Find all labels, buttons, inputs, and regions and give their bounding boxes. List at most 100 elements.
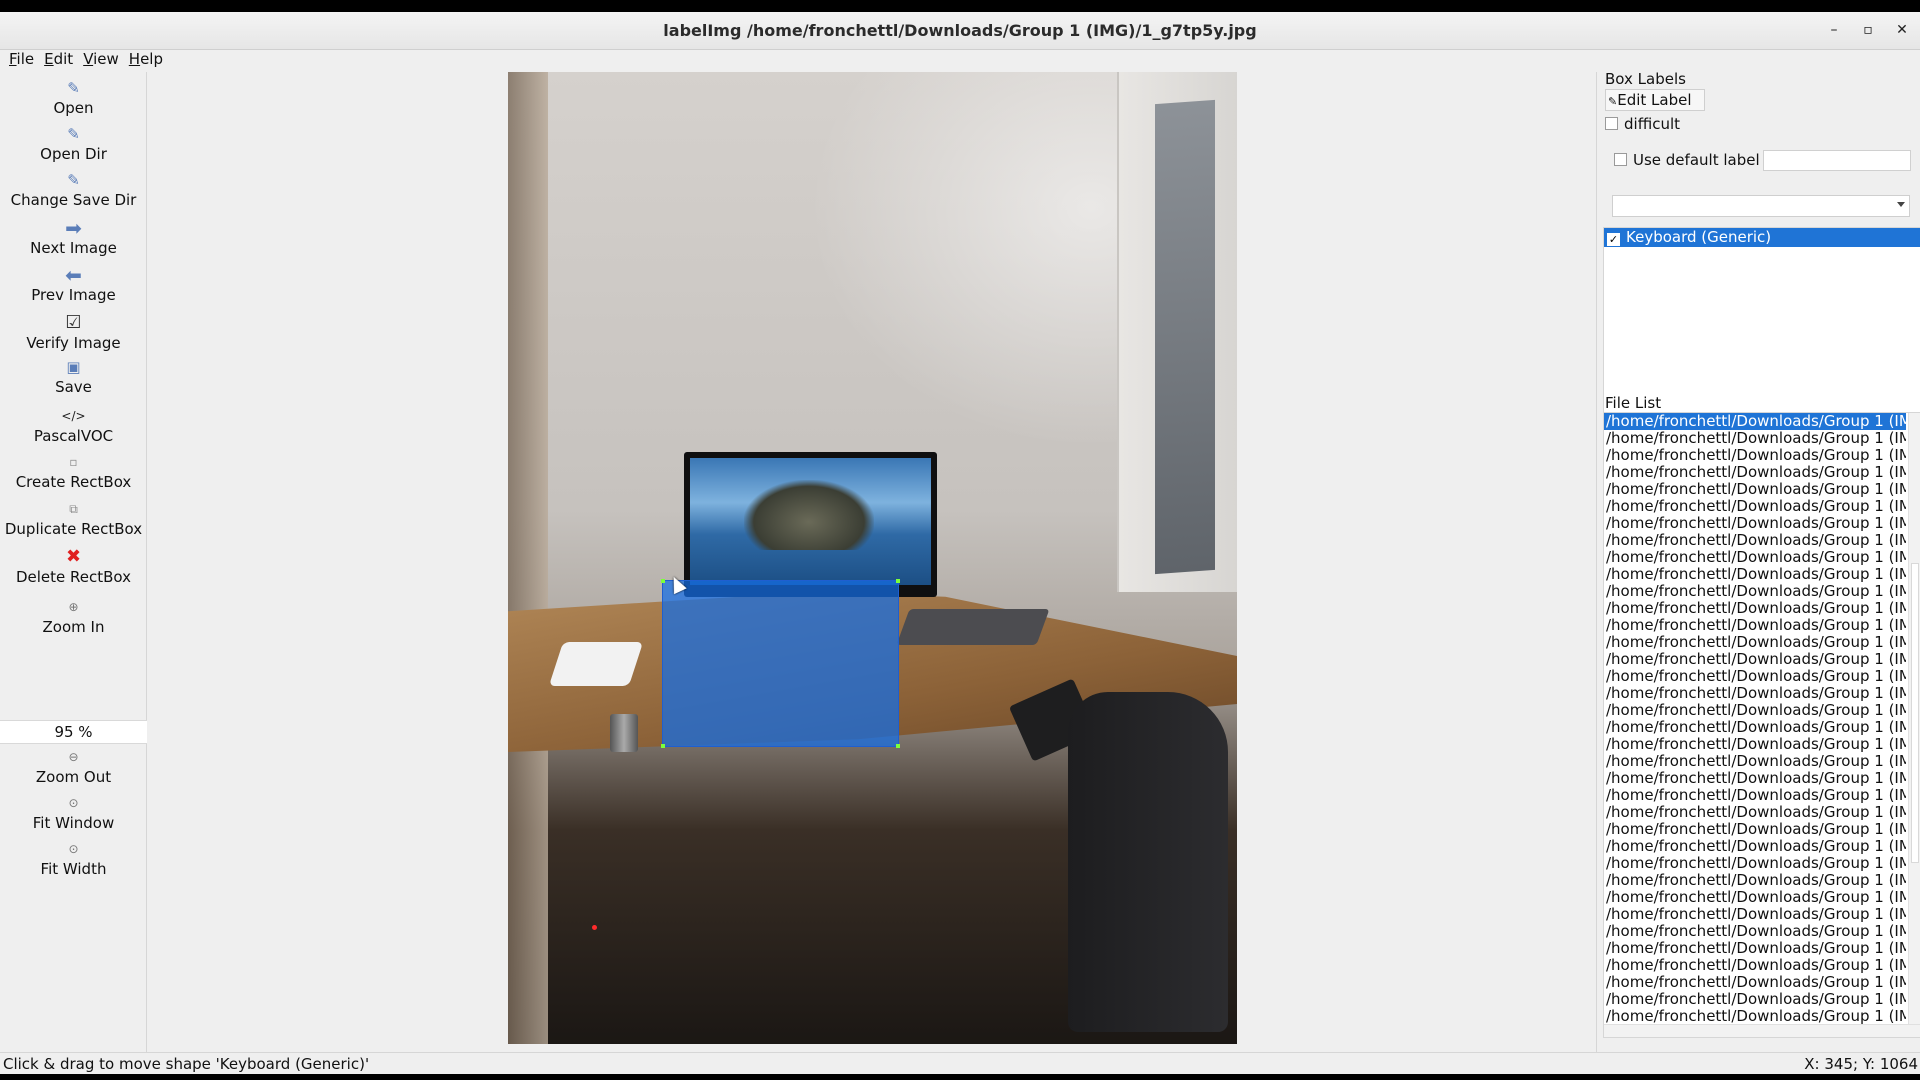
open-button[interactable]: ✎ Open	[0, 78, 147, 118]
file-list-item[interactable]: /home/fronchettl/Downloads/Group 1 (IMG	[1604, 736, 1906, 753]
chevron-down-icon	[1897, 202, 1905, 207]
save-dir-icon: ✎	[67, 171, 80, 189]
file-list[interactable]: /home/fronchettl/Downloads/Group 1 (IMG /…	[1603, 412, 1920, 1038]
photo-island-wallpaper	[744, 480, 874, 550]
file-list-item[interactable]: /home/fronchettl/Downloads/Group 1 (IMG	[1604, 464, 1906, 481]
zoom-in-label: Zoom In	[42, 618, 105, 636]
use-default-label-box[interactable]	[1614, 153, 1627, 166]
zoom-out-button[interactable]: ⊖ Zoom Out	[0, 747, 147, 787]
bbox-vertex-handle[interactable]	[896, 579, 900, 583]
file-list-item[interactable]: /home/fronchettl/Downloads/Group 1 (IMG	[1604, 872, 1906, 889]
open-file-icon: ✎	[67, 79, 80, 97]
file-list-item[interactable]: /home/fronchettl/Downloads/Group 1 (IMG	[1604, 549, 1906, 566]
file-list-item[interactable]: /home/fronchettl/Downloads/Group 1 (IMG	[1604, 974, 1906, 991]
screen-top-edge	[0, 0, 1920, 12]
edit-label-text: Edit Label	[1617, 91, 1692, 109]
file-list-item[interactable]: /home/fronchettl/Downloads/Group 1 (IMG	[1604, 957, 1906, 974]
file-list-item[interactable]: /home/fronchettl/Downloads/Group 1 (IMG	[1604, 583, 1906, 600]
scrollbar-thumb[interactable]	[1911, 563, 1919, 863]
open-dir-button[interactable]: ✎ Open Dir	[0, 124, 147, 164]
fit-window-button[interactable]: ⊙ Fit Window	[0, 793, 147, 833]
file-list-horizontal-scrollbar[interactable]	[1604, 1024, 1920, 1037]
file-list-item[interactable]: /home/fronchettl/Downloads/Group 1 (IMG	[1604, 651, 1906, 668]
maximize-icon[interactable]: ▫	[1860, 21, 1876, 39]
file-list-item[interactable]: /home/fronchettl/Downloads/Group 1 (IMG	[1604, 787, 1906, 804]
save-button[interactable]: ▣ Save	[0, 357, 147, 397]
labelimg-window: labelImg /home/fronchettl/Downloads/Grou…	[0, 0, 1920, 1080]
file-list-item[interactable]: /home/fronchettl/Downloads/Group 1 (IMG	[1604, 855, 1906, 872]
file-list-item[interactable]: /home/fronchettl/Downloads/Group 1 (IMG	[1604, 889, 1906, 906]
bbox-vertex-handle[interactable]	[661, 579, 665, 583]
file-list-item[interactable]: /home/fronchettl/Downloads/Group 1 (IMG	[1604, 1008, 1906, 1025]
file-list-item[interactable]: /home/fronchettl/Downloads/Group 1 (IMG	[1604, 821, 1906, 838]
photo-window-glass	[1155, 99, 1215, 575]
file-list-item[interactable]: /home/fronchettl/Downloads/Group 1 (IMG	[1604, 430, 1906, 447]
bbox-vertex-handle[interactable]	[661, 744, 665, 748]
file-list-item[interactable]: /home/fronchettl/Downloads/Group 1 (IMG	[1604, 566, 1906, 583]
annotated-photo[interactable]	[508, 72, 1237, 1044]
verify-image-label: Verify Image	[26, 334, 121, 352]
create-rectbox-button[interactable]: ▫ Create RectBox	[0, 452, 147, 492]
prev-image-button[interactable]: ⬅ Prev Image	[0, 265, 147, 305]
file-list-item[interactable]: /home/fronchettl/Downloads/Group 1 (IMG	[1604, 532, 1906, 549]
change-save-dir-button[interactable]: ✎ Change Save Dir	[0, 170, 147, 210]
file-list-item[interactable]: /home/fronchettl/Downloads/Group 1 (IMG	[1604, 634, 1906, 651]
label-filter-combo[interactable]	[1612, 195, 1910, 217]
file-list-item[interactable]: /home/fronchettl/Downloads/Group 1 (IMG	[1604, 685, 1906, 702]
file-list-item[interactable]: /home/fronchettl/Downloads/Group 1 (IMG	[1604, 617, 1906, 634]
file-list-item[interactable]: /home/fronchettl/Downloads/Group 1 (IMG	[1604, 804, 1906, 821]
change-save-dir-label: Change Save Dir	[10, 191, 137, 209]
file-list-item[interactable]: /home/fronchettl/Downloads/Group 1 (IMG	[1604, 753, 1906, 770]
file-list-item[interactable]: /home/fronchettl/Downloads/Group 1 (IMG	[1604, 923, 1906, 940]
file-list-item[interactable]: /home/fronchettl/Downloads/Group 1 (IMG	[1604, 991, 1906, 1008]
zoom-value-field[interactable]: 95 %	[0, 720, 147, 744]
right-dock: Box Labels ✎Edit Label difficult Use def…	[1596, 70, 1920, 1052]
cursor-coordinates: X: 345; Y: 1064	[1804, 1055, 1918, 1073]
bounding-box-keyboard[interactable]	[661, 579, 900, 748]
file-list-item[interactable]: /home/fronchettl/Downloads/Group 1 (IMG	[1604, 481, 1906, 498]
fit-width-button[interactable]: ⊙ Fit Width	[0, 839, 147, 879]
difficult-label: difficult	[1624, 115, 1680, 133]
arrow-left-icon: ⬅	[65, 263, 82, 287]
file-list-item[interactable]: /home/fronchettl/Downloads/Group 1 (IMG	[1604, 413, 1906, 430]
next-image-button[interactable]: ➡ Next Image	[0, 218, 147, 258]
format-toggle-button[interactable]: </> PascalVOC	[0, 406, 147, 446]
label-item-keyboard[interactable]: ✓ Keyboard (Generic)	[1604, 228, 1920, 247]
duplicate-rectbox-button[interactable]: ⧉ Duplicate RectBox	[0, 499, 147, 539]
close-icon[interactable]: ✕	[1894, 21, 1910, 39]
file-list-vertical-scrollbar[interactable]	[1908, 413, 1920, 1025]
open-label: Open	[53, 99, 94, 117]
menu-view[interactable]: View	[78, 50, 124, 70]
file-list-item[interactable]: /home/fronchettl/Downloads/Group 1 (IMG	[1604, 600, 1906, 617]
file-list-item[interactable]: /home/fronchettl/Downloads/Group 1 (IMG	[1604, 498, 1906, 515]
file-list-item[interactable]: /home/fronchettl/Downloads/Group 1 (IMG	[1604, 906, 1906, 923]
label-visible-checkbox[interactable]: ✓	[1607, 233, 1620, 246]
default-label-input[interactable]	[1763, 150, 1911, 171]
menu-edit[interactable]: Edit	[39, 50, 78, 70]
file-list-item[interactable]: /home/fronchettl/Downloads/Group 1 (IMG	[1604, 668, 1906, 685]
box-labels-title: Box Labels	[1605, 70, 1686, 88]
menu-help[interactable]: Help	[124, 50, 168, 70]
rectbox-icon: ▫	[69, 455, 78, 469]
fit-width-icon: ⊙	[68, 842, 79, 856]
zoom-in-button[interactable]: ⊕ Zoom In	[0, 597, 147, 637]
file-list-item[interactable]: /home/fronchettl/Downloads/Group 1 (IMG	[1604, 940, 1906, 957]
zoom-in-icon: ⊕	[68, 600, 79, 614]
edit-label-button[interactable]: ✎Edit Label	[1605, 89, 1705, 111]
file-list-item[interactable]: /home/fronchettl/Downloads/Group 1 (IMG	[1604, 515, 1906, 532]
file-list-item[interactable]: /home/fronchettl/Downloads/Group 1 (IMG	[1604, 447, 1906, 464]
file-list-item[interactable]: /home/fronchettl/Downloads/Group 1 (IMG	[1604, 719, 1906, 736]
minimize-icon[interactable]: –	[1826, 21, 1842, 39]
use-default-label-checkbox[interactable]: Use default label	[1614, 151, 1760, 169]
bbox-vertex-handle[interactable]	[896, 744, 900, 748]
status-bar: Click & drag to move shape 'Keyboard (Ge…	[0, 1052, 1920, 1074]
verify-image-button[interactable]: ☑ Verify Image	[0, 313, 147, 353]
difficult-checkbox[interactable]: difficult	[1605, 115, 1680, 133]
file-list-item[interactable]: /home/fronchettl/Downloads/Group 1 (IMG	[1604, 838, 1906, 855]
delete-rectbox-button[interactable]: ✖ Delete RectBox	[0, 547, 147, 587]
difficult-checkbox-box[interactable]	[1605, 117, 1618, 130]
duplicate-rectbox-label: Duplicate RectBox	[4, 520, 143, 538]
menu-file[interactable]: File	[4, 50, 39, 70]
file-list-item[interactable]: /home/fronchettl/Downloads/Group 1 (IMG	[1604, 702, 1906, 719]
file-list-item[interactable]: /home/fronchettl/Downloads/Group 1 (IMG	[1604, 770, 1906, 787]
